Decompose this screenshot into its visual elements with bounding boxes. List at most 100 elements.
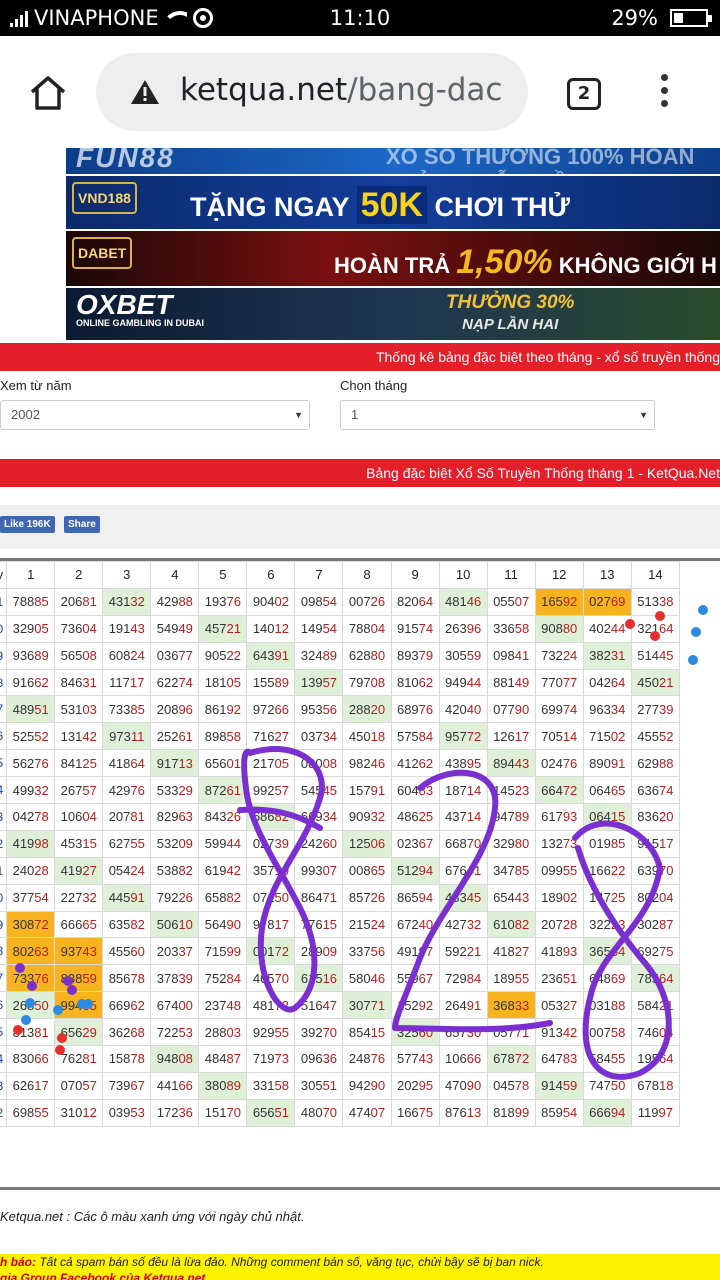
row-header-link[interactable]: 02 — [0, 1098, 8, 1127]
prize-cell: 42040 — [438, 695, 488, 724]
url-path: /bang-dac — [347, 72, 503, 108]
table-row: 0880263937434556020337715990017228909337… — [0, 937, 681, 966]
row-header-link[interactable]: 14 — [0, 776, 8, 805]
prize-cell: 28820 — [342, 695, 392, 724]
section-header-stats: Thống kê bảng đặc biệt theo tháng - xổ s… — [0, 343, 720, 371]
prize-cell: 33158 — [246, 1071, 296, 1100]
row-header-link[interactable]: 16 — [0, 722, 8, 751]
ad-banner-dabet[interactable]: DABET HOÀN TRẢ 1,50% KHÔNG GIỚI H — [66, 231, 720, 286]
prize-cell: 11717 — [102, 668, 152, 697]
prize-cell: 58046 — [342, 964, 392, 993]
prize-cell: 46570 — [246, 964, 296, 993]
prize-cell: 61793 — [534, 803, 584, 831]
prize-cell: 14523 — [486, 776, 536, 805]
facebook-like-button[interactable]: Like 196K — [0, 516, 55, 533]
prize-cell: 71627 — [246, 722, 296, 751]
address-bar[interactable]: ketqua.net/bang-dac — [96, 53, 528, 131]
prize-cell: 53882 — [150, 856, 200, 885]
prize-cell: 51445 — [630, 641, 681, 670]
row-header-link[interactable]: 18 — [0, 668, 8, 697]
ad-banner-fun88[interactable]: FUN88 XỔ SỐ THƯỞNG 100% HOÀN TRẢ 5% MỖI … — [66, 148, 720, 174]
row-header-link[interactable]: 12 — [0, 829, 8, 858]
prize-cell: 56490 — [198, 910, 248, 939]
prize-cell: 20681 — [54, 587, 104, 616]
prize-cell: 00865 — [342, 856, 392, 885]
prize-cell: 66934 — [294, 803, 344, 831]
url-text[interactable]: ketqua.net/bang-dac — [180, 72, 510, 108]
prize-cell: 45721 — [198, 614, 248, 643]
row-header-link[interactable]: 13 — [0, 803, 8, 831]
prize-cell: 43895 — [438, 749, 488, 778]
row-header-link[interactable]: 20 — [0, 614, 8, 643]
row-header-link[interactable]: 09 — [0, 910, 8, 939]
year-label: Xem từ năm — [0, 378, 72, 393]
row-header-link[interactable]: 07 — [0, 964, 8, 993]
prize-cell: 91342 — [534, 1018, 584, 1047]
row-header-link[interactable]: 19 — [0, 641, 8, 670]
special-prize-table-wrap[interactable]: ay12345678910111213142178885206814313242… — [0, 558, 720, 1190]
row-header-link[interactable]: 05 — [0, 1018, 8, 1047]
prize-cell: 75284 — [198, 964, 248, 993]
prize-cell: 19143 — [102, 614, 152, 643]
prize-cell: 62988 — [630, 749, 681, 778]
prize-cell: 97817 — [246, 910, 296, 939]
prize-cell: 86471 — [294, 883, 344, 912]
prize-cell: 16622 — [582, 856, 632, 885]
prize-cell: 88149 — [486, 668, 536, 697]
prize-cell: 23651 — [534, 964, 584, 993]
row-header-link[interactable]: 11 — [0, 856, 8, 885]
prize-cell: 36268 — [102, 1018, 152, 1047]
column-header: 5 — [198, 561, 248, 589]
warning-triangle-icon[interactable] — [130, 79, 160, 105]
prize-cell: 61942 — [198, 856, 248, 885]
tab-switcher-button[interactable]: 2 — [567, 78, 601, 110]
table-row: 0362617070577396744166380893315830551942… — [0, 1071, 681, 1100]
ad-banner-vnd188[interactable]: VND188 TẶNG NGAY 50K CHƠI THỬ — [66, 176, 720, 229]
row-header-link[interactable]: 17 — [0, 695, 8, 724]
prize-cell: 03677 — [150, 641, 200, 670]
row-header-link[interactable]: 08 — [0, 937, 8, 966]
prize-cell: 83620 — [630, 803, 681, 831]
table-row: 1124028419270542453882619423571099307008… — [0, 856, 681, 885]
row-header-link[interactable]: 04 — [0, 1045, 8, 1073]
prize-cell: 62617 — [6, 1071, 56, 1100]
prize-cell: 05424 — [102, 856, 152, 885]
prize-cell: 99465 — [54, 991, 104, 1020]
prize-cell: 65443 — [486, 883, 536, 912]
prize-cell: 32905 — [6, 614, 56, 643]
prize-cell: 45552 — [630, 722, 681, 751]
row-header-link[interactable]: 03 — [0, 1071, 8, 1100]
prize-cell: 20728 — [534, 910, 584, 939]
prize-cell: 30551 — [294, 1071, 344, 1100]
prize-cell: 26850 — [6, 991, 56, 1020]
column-header: 11 — [486, 561, 536, 589]
prize-cell: 80263 — [6, 937, 56, 966]
prize-cell: 72253 — [150, 1018, 200, 1047]
prize-cell: 67240 — [390, 910, 440, 939]
prize-cell: 49197 — [390, 937, 440, 966]
row-header-link[interactable]: 06 — [0, 991, 8, 1020]
prize-cell: 16592 — [534, 587, 584, 616]
year-select[interactable]: 2002 ▼ — [0, 400, 310, 430]
ad-banner-oxbet[interactable]: OXBET ONLINE GAMBLING IN DUBAI THƯỞNG 30%… — [66, 288, 720, 340]
kebab-menu-icon[interactable] — [654, 74, 674, 112]
row-header-link[interactable]: 21 — [0, 587, 8, 616]
warning-bar: h báo: Tất cả spam bán số đều là lừa đảo… — [0, 1254, 720, 1280]
prize-cell: 20781 — [102, 803, 152, 831]
row-header-link[interactable]: 10 — [0, 883, 8, 912]
home-icon[interactable] — [28, 74, 68, 112]
column-header: 3 — [102, 561, 152, 589]
month-select[interactable]: 1 ▼ — [340, 400, 655, 430]
table-row: 2032905736041914354949457211401214954788… — [0, 614, 681, 643]
ad-vnd188-highlight: 50K — [356, 186, 427, 224]
row-header-link[interactable]: 15 — [0, 749, 8, 778]
prize-cell: 57584 — [390, 722, 440, 751]
prize-cell: 76281 — [54, 1045, 104, 1073]
month-label: Chọn tháng — [340, 378, 408, 393]
prize-cell: 94789 — [486, 803, 536, 831]
prize-cell: 73967 — [102, 1071, 152, 1100]
facebook-share-button[interactable]: Share — [64, 516, 100, 533]
prize-cell: 51294 — [390, 856, 440, 885]
prize-cell: 24260 — [294, 829, 344, 858]
table-header-row: ay1234567891011121314 — [0, 561, 681, 589]
